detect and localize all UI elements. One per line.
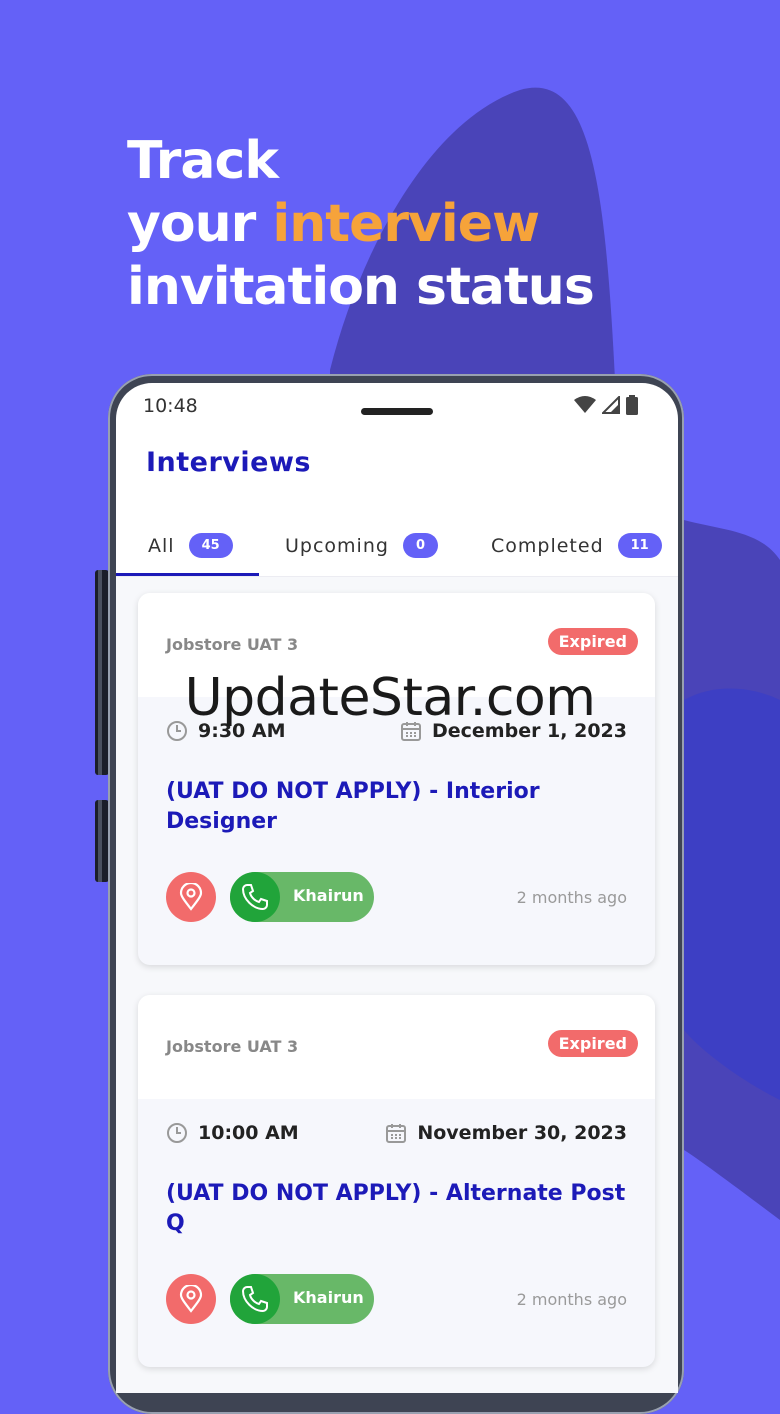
- headline-line-2: your interview: [127, 193, 594, 256]
- call-contact-button[interactable]: Khairun: [230, 1274, 374, 1324]
- clock-icon: [167, 1123, 187, 1143]
- tab-completed[interactable]: Completed 11: [491, 518, 662, 573]
- status-icons: [574, 395, 638, 415]
- headline-line-1: Track: [127, 131, 279, 191]
- job-title-link[interactable]: (UAT DO NOT APPLY) - Interior Designer: [166, 777, 636, 837]
- interview-time: 10:00 AM: [166, 1122, 299, 1144]
- phone-icon: [241, 1286, 268, 1313]
- calendar-icon: [386, 1124, 407, 1143]
- status-badge: Expired: [547, 1030, 638, 1057]
- headline-line-3: invitation status: [127, 257, 595, 317]
- company-name: Jobstore UAT 3: [166, 635, 299, 654]
- signal-icon: [602, 396, 620, 414]
- map-pin-icon: [179, 883, 203, 911]
- status-bar: 10:48: [116, 383, 678, 429]
- contact-name: Khairun: [293, 1288, 364, 1307]
- tab-upcoming-label: Upcoming: [285, 534, 389, 557]
- tab-all-label: All: [148, 534, 175, 557]
- phone-icon-circle: [230, 1274, 280, 1324]
- phone-power-button: [95, 800, 109, 882]
- call-contact-button[interactable]: Khairun: [230, 872, 374, 922]
- company-name: Jobstore UAT 3: [166, 1037, 299, 1056]
- contact-name: Khairun: [293, 886, 364, 905]
- tab-all[interactable]: All 45: [148, 518, 233, 573]
- tab-upcoming[interactable]: Upcoming 0: [285, 518, 438, 573]
- headline-accent-word: interview: [272, 194, 540, 254]
- interview-date-text: November 30, 2023: [417, 1122, 627, 1144]
- watermark: UpdateStar.com: [184, 668, 596, 728]
- page-title: Interviews: [146, 447, 311, 478]
- location-button[interactable]: [166, 872, 216, 922]
- time-ago: 2 months ago: [516, 1290, 627, 1309]
- headline-line-2-prefix: your: [127, 194, 273, 254]
- interview-date: November 30, 2023: [385, 1122, 627, 1144]
- camera-notch: [361, 408, 433, 415]
- wifi-icon: [574, 396, 596, 413]
- status-badge: Expired: [547, 628, 638, 655]
- status-time: 10:48: [143, 395, 198, 417]
- tab-completed-label: Completed: [491, 534, 604, 557]
- job-title-link[interactable]: (UAT DO NOT APPLY) - Alternate Post Q: [166, 1179, 636, 1239]
- headline: Track your interview invitation status: [127, 130, 595, 319]
- map-pin-icon: [179, 1285, 203, 1313]
- interview-card[interactable]: Jobstore UAT 3 Expired 10:00 AM November…: [138, 995, 655, 1367]
- battery-icon: [626, 395, 638, 415]
- tab-completed-count-badge: 11: [617, 533, 662, 558]
- time-ago: 2 months ago: [516, 888, 627, 907]
- interview-card[interactable]: Jobstore UAT 3 Expired 9:30 AM December …: [138, 593, 655, 965]
- location-button[interactable]: [166, 1274, 216, 1324]
- tab-upcoming-count-badge: 0: [402, 533, 438, 558]
- tab-all-count-badge: 45: [188, 533, 233, 558]
- phone-screen: 10:48 Interviews All 45 Upcoming 0 Compl…: [116, 383, 678, 1393]
- interview-time-text: 10:00 AM: [198, 1122, 299, 1144]
- phone-icon: [241, 884, 268, 911]
- card-header: Jobstore UAT 3 Expired: [138, 995, 655, 1099]
- phone-icon-circle: [230, 872, 280, 922]
- tab-bar: All 45 Upcoming 0 Completed 11: [116, 518, 678, 576]
